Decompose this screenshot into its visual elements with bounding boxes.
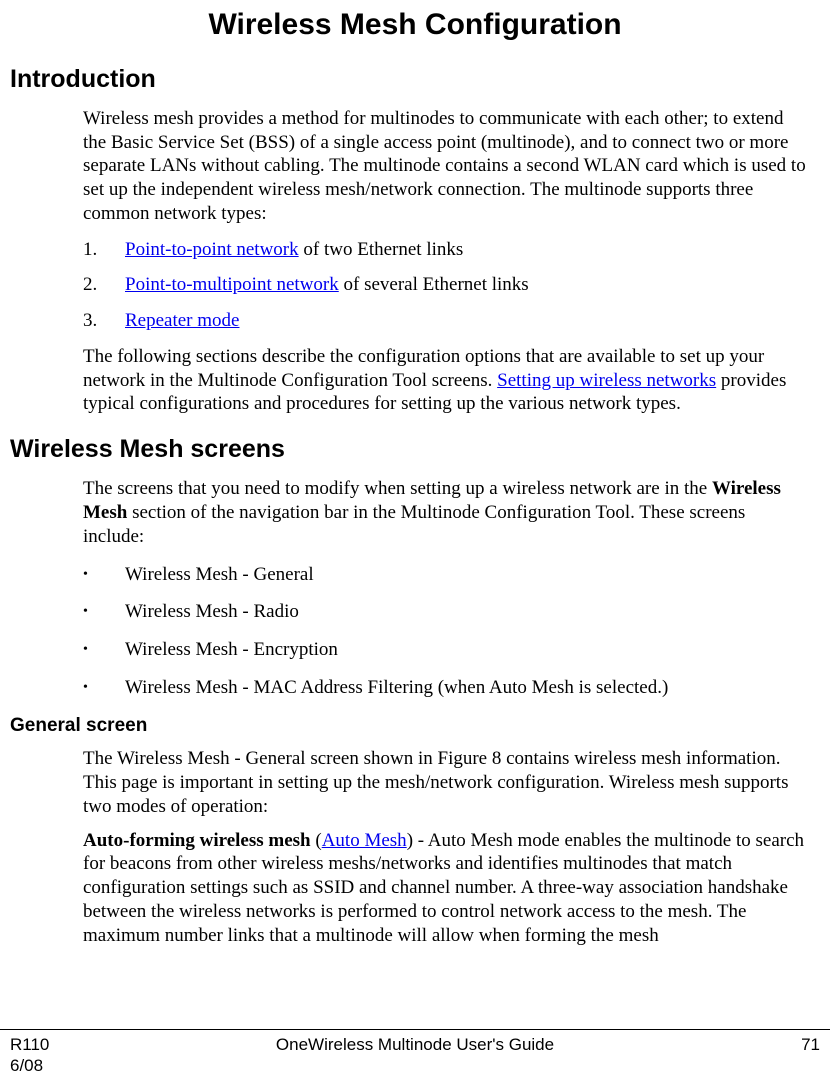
intro-paragraph-2: The following sections describe the conf… (83, 345, 810, 416)
page-title: Wireless Mesh Configuration (10, 6, 820, 44)
general-paragraph-1: The Wireless Mesh - General screen shown… (83, 747, 810, 818)
list-item: 1. Point-to-point network of two Etherne… (83, 238, 810, 262)
network-types-list: 1. Point-to-point network of two Etherne… (83, 238, 810, 333)
bold-text: Auto-forming wireless mesh (83, 830, 311, 851)
list-number: 3. (83, 309, 125, 333)
bullet-icon: • (83, 676, 125, 700)
heading-screens: Wireless Mesh screens (10, 434, 820, 465)
list-text: Point-to-point network of two Ethernet l… (125, 238, 810, 262)
link-repeater-mode[interactable]: Repeater mode (125, 310, 239, 331)
footer-title: OneWireless Multinode User's Guide (213, 1034, 618, 1055)
footer-date: 6/08 (10, 1055, 213, 1076)
list-rest: of several Ethernet links (339, 274, 529, 295)
link-point-to-multipoint[interactable]: Point-to-multipoint network (125, 274, 339, 295)
text-span: ( (311, 830, 322, 851)
list-item: • Wireless Mesh - General (83, 563, 810, 587)
link-auto-mesh[interactable]: Auto Mesh (322, 830, 407, 851)
list-number: 1. (83, 238, 125, 262)
list-item: 2. Point-to-multipoint network of severa… (83, 273, 810, 297)
list-text: Point-to-multipoint network of several E… (125, 273, 810, 297)
list-rest: of two Ethernet links (299, 239, 464, 260)
screens-bullet-list: • Wireless Mesh - General • Wireless Mes… (83, 563, 810, 700)
list-text: Wireless Mesh - General (125, 563, 810, 587)
list-item: • Wireless Mesh - Encryption (83, 638, 810, 662)
general-paragraph-2: Auto-forming wireless mesh (Auto Mesh) -… (83, 829, 810, 948)
bullet-icon: • (83, 600, 125, 624)
link-point-to-point[interactable]: Point-to-point network (125, 239, 299, 260)
list-item: • Wireless Mesh - Radio (83, 600, 810, 624)
list-number: 2. (83, 273, 125, 297)
list-item: 3. Repeater mode (83, 309, 810, 333)
footer-revision: R110 (10, 1034, 213, 1055)
text-span: The screens that you need to modify when… (83, 478, 712, 499)
footer-page-number: 71 (618, 1034, 821, 1055)
screens-paragraph-1: The screens that you need to modify when… (83, 477, 810, 548)
list-text: Repeater mode (125, 309, 810, 333)
link-setting-up-networks[interactable]: Setting up wireless networks (497, 370, 716, 391)
page-footer: R110 6/08 OneWireless Multinode User's G… (0, 1029, 830, 1077)
heading-general-screen: General screen (10, 714, 820, 738)
bullet-icon: • (83, 638, 125, 662)
list-item: • Wireless Mesh - MAC Address Filtering … (83, 676, 810, 700)
text-span: section of the navigation bar in the Mul… (83, 502, 745, 547)
list-text: Wireless Mesh - Encryption (125, 638, 810, 662)
bullet-icon: • (83, 563, 125, 587)
intro-paragraph-1: Wireless mesh provides a method for mult… (83, 107, 810, 226)
heading-introduction: Introduction (10, 64, 820, 95)
list-text: Wireless Mesh - MAC Address Filtering (w… (125, 676, 810, 700)
list-text: Wireless Mesh - Radio (125, 600, 810, 624)
